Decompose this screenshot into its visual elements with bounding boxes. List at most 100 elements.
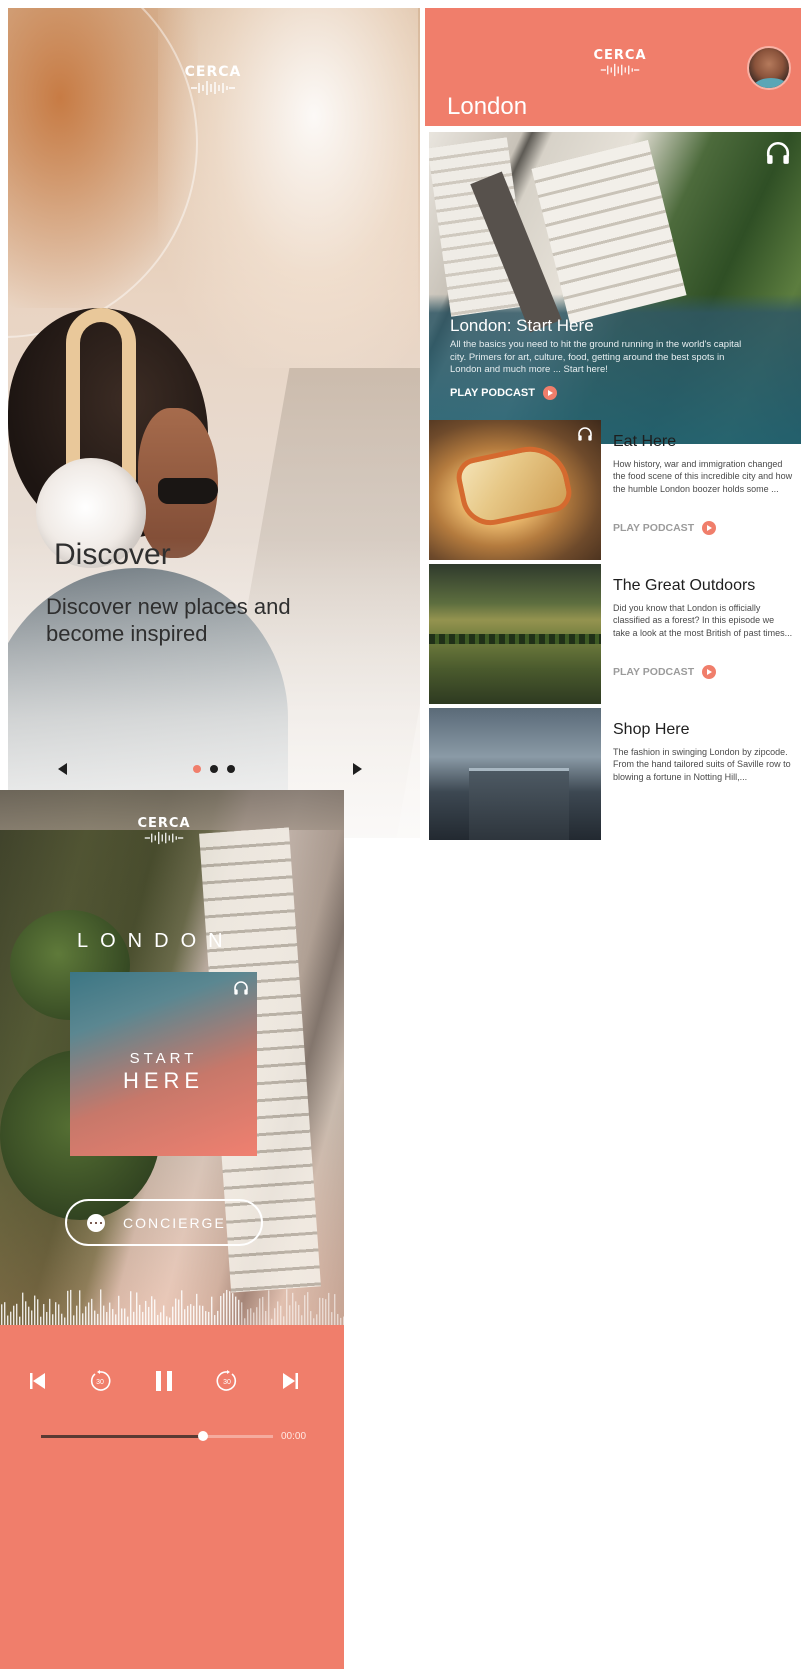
featured-podcast-card[interactable]: London: Start Here All the basics you ne…	[429, 132, 801, 444]
player-screen: CERCA LONDON START HERE CONCIERGE 30 30	[0, 790, 344, 1669]
waveform-bar	[61, 1313, 63, 1325]
waveform-bar	[337, 1313, 339, 1325]
cover-line-1: START	[129, 1050, 198, 1067]
waveform-bar	[7, 1315, 9, 1325]
onboarding-screen: CERCA Discover Discover new places and b…	[8, 8, 420, 838]
waveform-bar	[340, 1317, 342, 1325]
waveform-bar	[205, 1311, 207, 1325]
waveform-bar	[304, 1295, 306, 1325]
waveform-bar	[343, 1316, 344, 1325]
waveform-bar	[175, 1298, 177, 1325]
play-circle-icon	[702, 521, 717, 535]
waveform-bar	[64, 1317, 66, 1325]
headphones-icon	[766, 141, 790, 164]
waveform-bar	[46, 1311, 48, 1325]
waveform-bar	[295, 1301, 297, 1325]
waveform-bar	[277, 1301, 279, 1325]
waveform-bar	[220, 1296, 222, 1325]
thumbnail-walkway	[469, 768, 569, 840]
waveform-bar	[172, 1306, 174, 1325]
headphones-icon	[578, 427, 592, 441]
waveform-bar	[328, 1292, 330, 1325]
play-podcast-button[interactable]: PLAY PODCAST	[613, 521, 717, 535]
waveform-bar	[13, 1305, 15, 1325]
waveform-bar	[244, 1318, 246, 1325]
page-dot-2[interactable]	[210, 765, 218, 773]
waveform-bar	[319, 1297, 321, 1325]
waveform-bar	[100, 1289, 102, 1325]
waveform-bar	[94, 1310, 96, 1325]
play-podcast-button[interactable]: PLAY PODCAST	[613, 665, 717, 679]
cerca-logo[interactable]: CERCA	[590, 48, 650, 77]
page-dot-1[interactable]	[193, 765, 201, 773]
waveform-bar	[31, 1310, 33, 1325]
avatar-shirt	[753, 78, 789, 88]
podcast-card[interactable]: The Great Outdoors Did you know that Lon…	[429, 564, 801, 704]
page-dot-3[interactable]	[227, 765, 235, 773]
waveform-bar	[196, 1293, 198, 1325]
waveform-bar	[124, 1308, 126, 1325]
waveform-bar	[136, 1292, 138, 1325]
waveform-bar	[115, 1314, 117, 1325]
waveform-bar	[280, 1305, 282, 1325]
waveform-bar	[190, 1304, 192, 1325]
waveform-bar	[58, 1304, 60, 1325]
waveform-bar	[229, 1291, 231, 1325]
episode-thumbnail	[429, 708, 601, 840]
play-podcast-label: PLAY PODCAST	[450, 387, 535, 399]
play-podcast-label: PLAY PODCAST	[613, 522, 695, 534]
play-podcast-button[interactable]: PLAY PODCAST	[450, 386, 557, 400]
waveform-bar	[151, 1296, 153, 1325]
thumbnail-treeline	[429, 634, 601, 644]
forward-30-icon[interactable]: 30	[213, 1367, 241, 1395]
episode-description: How history, war and immigration changed…	[613, 459, 793, 494]
waveform-bar	[40, 1316, 42, 1325]
waveform-bar	[292, 1292, 294, 1325]
waveform-bar	[85, 1306, 87, 1325]
progress-fill	[41, 1435, 204, 1438]
waveform-bar	[121, 1308, 123, 1325]
waveform-bar	[34, 1295, 36, 1325]
featured-title: London: Start Here	[450, 316, 594, 335]
skip-back-icon[interactable]	[24, 1367, 52, 1395]
waveform-bar	[73, 1315, 75, 1325]
waveform-bar	[325, 1299, 327, 1325]
play-circle-icon	[542, 386, 557, 400]
player-controls: 30 30 00:00	[0, 1325, 344, 1669]
waveform-bar	[163, 1305, 165, 1325]
waveform-bar	[88, 1302, 90, 1325]
waveform-bar	[127, 1316, 129, 1325]
previous-arrow-icon[interactable]	[58, 763, 67, 775]
pause-icon[interactable]	[150, 1367, 178, 1395]
city-label: LONDON	[77, 930, 235, 952]
waveform-bar	[235, 1296, 237, 1325]
waveform-bar	[217, 1310, 219, 1325]
podcast-card[interactable]: Shop Here The fashion in swinging London…	[429, 708, 801, 840]
user-avatar[interactable]	[747, 46, 791, 90]
waveform-bar	[169, 1317, 171, 1325]
waveform-bar	[301, 1315, 303, 1325]
waveform-bar	[82, 1313, 84, 1325]
concierge-button[interactable]: CONCIERGE	[65, 1199, 263, 1246]
waveform-bar	[112, 1309, 114, 1325]
skip-forward-icon[interactable]	[276, 1367, 304, 1395]
waveform-bar	[19, 1316, 21, 1325]
waveform-bar	[184, 1309, 186, 1325]
waveform-bar	[253, 1312, 255, 1325]
next-arrow-icon[interactable]	[353, 763, 362, 775]
waveform-bar	[55, 1302, 57, 1325]
progress-bar[interactable]	[41, 1431, 273, 1441]
waveform-bar	[109, 1302, 111, 1325]
podcast-card[interactable]: Eat Here How history, war and immigratio…	[429, 420, 801, 560]
rewind-30-icon[interactable]: 30	[86, 1367, 114, 1395]
waveform-bar	[178, 1299, 180, 1325]
waveform-bar	[289, 1305, 291, 1325]
logo-wordmark: CERCA	[184, 64, 242, 80]
waveform-bar	[208, 1311, 210, 1325]
progress-knob[interactable]	[198, 1431, 209, 1441]
waveform-bar	[130, 1291, 132, 1325]
page-indicator	[193, 765, 235, 773]
background-light	[158, 8, 418, 368]
waveform-bar	[22, 1292, 24, 1325]
chat-bubble-icon	[87, 1213, 105, 1232]
